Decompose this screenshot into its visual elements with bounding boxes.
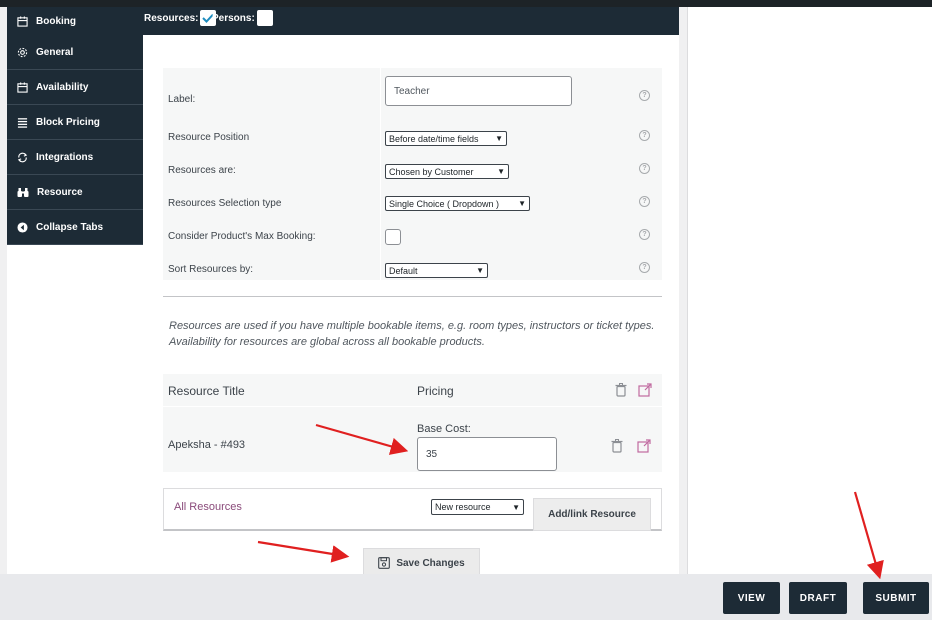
base-cost-label: Base Cost: <box>417 423 471 435</box>
resources-option-label: Resources: <box>144 12 199 24</box>
resources-are-select[interactable]: Chosen by Customer ▼ <box>385 164 509 179</box>
save-changes-label: Save Changes <box>396 557 465 569</box>
external-link-icon[interactable] <box>637 439 651 453</box>
label-input[interactable] <box>385 76 572 106</box>
label-field-label: Label: <box>168 94 196 105</box>
add-resource-bar: All Resources New resource ▼ Add/link Re… <box>163 488 662 531</box>
bottom-action-bar: VIEW DRAFT SUBMIT <box>0 574 932 620</box>
sort-resources-label: Sort Resources by: <box>168 264 254 275</box>
table-header: Resource Title Pricing <box>163 374 662 406</box>
resource-position-row: Resource Position Before date/time field… <box>163 128 662 148</box>
column-pricing: Pricing <box>417 384 454 398</box>
resource-title: Apeksha - #493 <box>168 439 246 451</box>
collapse-icon <box>17 221 28 233</box>
binoculars-icon <box>17 187 29 197</box>
tab-integrations[interactable]: Integrations <box>7 140 143 175</box>
persons-option-label: Persons: <box>212 12 255 24</box>
resources-are-row: Resources are: Chosen by Customer ▼ ? <box>163 161 662 181</box>
resources-description: Resources are used if you have multiple … <box>169 320 655 348</box>
help-icon[interactable]: ? <box>639 229 650 240</box>
chevron-down-icon: ▼ <box>497 167 505 176</box>
help-icon[interactable]: ? <box>639 262 650 273</box>
base-cost-input[interactable]: 35 <box>417 437 557 471</box>
resource-position-label: Resource Position <box>168 132 250 143</box>
resources-table: Resource Title Pricing Apeksha - #493 Ba… <box>163 374 662 472</box>
persons-option: Persons: <box>212 10 273 26</box>
trash-icon[interactable] <box>615 383 627 397</box>
tab-resource[interactable]: Resource <box>7 175 143 210</box>
max-booking-label: Consider Product's Max Booking: <box>168 231 316 242</box>
base-cost-value: 35 <box>426 448 438 460</box>
sort-resources-row: Sort Resources by: Default ▼ ? <box>163 260 662 280</box>
save-icon <box>378 557 391 569</box>
calendar-icon <box>17 15 28 27</box>
chevron-down-icon: ▼ <box>476 266 484 275</box>
gear-icon <box>17 47 28 57</box>
tab-block-pricing-label: Block Pricing <box>36 116 100 128</box>
persons-checkbox[interactable] <box>256 10 273 26</box>
booking-header: Booking Resources: Persons: <box>7 7 679 35</box>
sort-resources-select[interactable]: Default ▼ <box>385 263 488 278</box>
save-changes-button[interactable]: Save Changes <box>363 548 480 574</box>
selection-type-value: Single Choice ( Dropdown ) <box>389 198 500 209</box>
collapse-tabs-label: Collapse Tabs <box>36 221 104 233</box>
trash-icon[interactable] <box>611 439 623 453</box>
add-link-resource-button[interactable]: Add/link Resource <box>533 498 651 531</box>
product-data-panel: Booking Resources: Persons: General Avai… <box>7 7 679 574</box>
draft-button[interactable]: DRAFT <box>789 582 847 614</box>
help-icon[interactable]: ? <box>639 163 650 174</box>
max-booking-row: Consider Product's Max Booking: ? <box>163 227 662 247</box>
external-link-icon[interactable] <box>638 383 652 397</box>
tab-general-label: General <box>36 46 74 58</box>
top-strip <box>0 0 932 7</box>
calendar-icon <box>17 81 28 93</box>
tab-booking-label: Booking <box>36 15 76 27</box>
resource-settings-form: Label: ? Resource Position Before date/t… <box>163 68 662 280</box>
sync-icon <box>17 152 28 162</box>
all-resources-link[interactable]: All Resources <box>174 501 242 513</box>
tab-availability[interactable]: Availability <box>7 70 143 105</box>
resource-position-select[interactable]: Before date/time fields ▼ <box>385 131 507 146</box>
resources-are-value: Chosen by Customer <box>389 166 474 177</box>
chevron-down-icon: ▼ <box>495 134 503 143</box>
collapse-tabs-button[interactable]: Collapse Tabs <box>7 210 143 245</box>
selection-type-select[interactable]: Single Choice ( Dropdown ) ▼ <box>385 196 530 211</box>
selection-type-row: Resources Selection type Single Choice (… <box>163 194 662 214</box>
tabs-sidebar: General Availability Block Pricing Integ… <box>7 35 143 245</box>
list-icon <box>17 117 28 128</box>
resource-position-value: Before date/time fields <box>389 133 479 144</box>
max-booking-checkbox[interactable] <box>385 229 401 245</box>
tab-resource-label: Resource <box>37 186 83 198</box>
new-resource-select[interactable]: New resource ▼ <box>431 499 524 515</box>
tab-availability-label: Availability <box>36 81 89 93</box>
right-panel <box>687 7 932 574</box>
tab-block-pricing[interactable]: Block Pricing <box>7 105 143 140</box>
submit-button[interactable]: SUBMIT <box>863 582 929 614</box>
chevron-down-icon: ▼ <box>518 199 526 208</box>
view-button[interactable]: VIEW <box>723 582 780 614</box>
help-icon[interactable]: ? <box>639 196 650 207</box>
new-resource-value: New resource <box>435 502 491 512</box>
tab-integrations-label: Integrations <box>36 151 94 163</box>
chevron-down-icon: ▼ <box>512 502 520 512</box>
sort-resources-value: Default <box>389 265 418 276</box>
section-divider <box>163 296 662 297</box>
selection-type-label: Resources Selection type <box>168 198 282 209</box>
tab-booking[interactable]: Booking <box>7 7 143 35</box>
label-row: Label: ? <box>163 76 662 108</box>
resources-option: Resources: <box>144 10 217 26</box>
resources-are-label: Resources are: <box>168 165 236 176</box>
tab-general[interactable]: General <box>7 35 143 70</box>
help-icon[interactable]: ? <box>639 130 650 141</box>
help-icon[interactable]: ? <box>639 90 650 101</box>
column-resource-title: Resource Title <box>168 384 245 398</box>
